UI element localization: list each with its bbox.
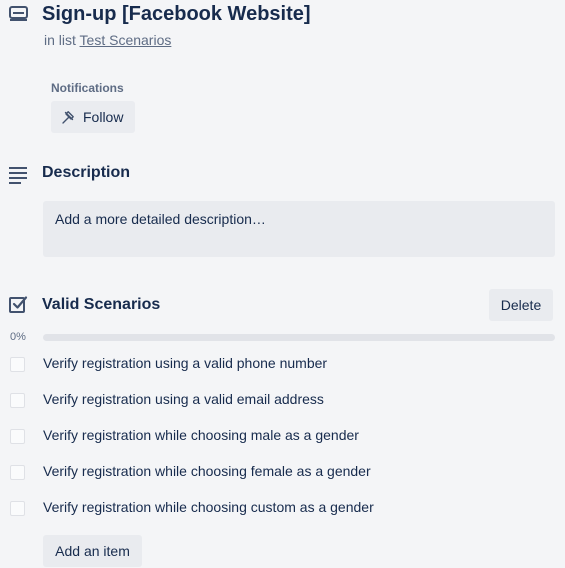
- follow-button[interactable]: Follow: [51, 101, 135, 133]
- checklist-item[interactable]: Verify registration using a valid email …: [0, 383, 560, 419]
- progress-percentage: 0%: [10, 331, 26, 343]
- checklist-item-checkbox[interactable]: [10, 357, 25, 372]
- list-link[interactable]: Test Scenarios: [80, 32, 172, 48]
- checklist-title[interactable]: Valid Scenarios: [42, 296, 160, 314]
- checklist-item-text[interactable]: Verify registration using a valid phone …: [43, 355, 327, 371]
- add-item-button[interactable]: Add an item: [43, 535, 142, 567]
- follow-label: Follow: [83, 109, 124, 125]
- card-title[interactable]: Sign-up [Facebook Website]: [42, 3, 311, 26]
- checklist-item-checkbox[interactable]: [10, 393, 25, 408]
- description-icon: [9, 167, 27, 184]
- checklist-icon: [9, 296, 28, 313]
- checklist-item[interactable]: Verify registration while choosing femal…: [0, 455, 560, 491]
- checklist-item-text[interactable]: Verify registration while choosing male …: [43, 427, 359, 443]
- list-reference: in list Test Scenarios: [44, 32, 171, 48]
- card-icon: [9, 6, 28, 21]
- in-list-prefix: in list: [44, 32, 76, 48]
- description-heading: Description: [42, 164, 131, 181]
- checklist-item[interactable]: Verify registration while choosing male …: [0, 419, 560, 455]
- notifications-label: Notifications: [51, 81, 124, 95]
- checklist-item-checkbox[interactable]: [10, 501, 25, 516]
- checklist-item[interactable]: Verify registration using a valid phone …: [0, 347, 560, 383]
- checklist-item-checkbox[interactable]: [10, 465, 25, 480]
- progress-bar: [43, 334, 555, 341]
- card-detail: Sign-up [Facebook Website] in list Test …: [0, 0, 565, 568]
- checklist-item-checkbox[interactable]: [10, 429, 25, 444]
- checklist-item[interactable]: Verify registration while choosing custo…: [0, 491, 560, 527]
- checklist-item-text[interactable]: Verify registration while choosing custo…: [43, 499, 374, 515]
- delete-checklist-button[interactable]: Delete: [489, 289, 553, 321]
- follow-icon: [62, 111, 74, 124]
- checklist-item-text[interactable]: Verify registration using a valid email …: [43, 391, 324, 407]
- description-input[interactable]: Add a more detailed description…: [43, 201, 555, 257]
- checklist-item-text[interactable]: Verify registration while choosing femal…: [43, 463, 371, 479]
